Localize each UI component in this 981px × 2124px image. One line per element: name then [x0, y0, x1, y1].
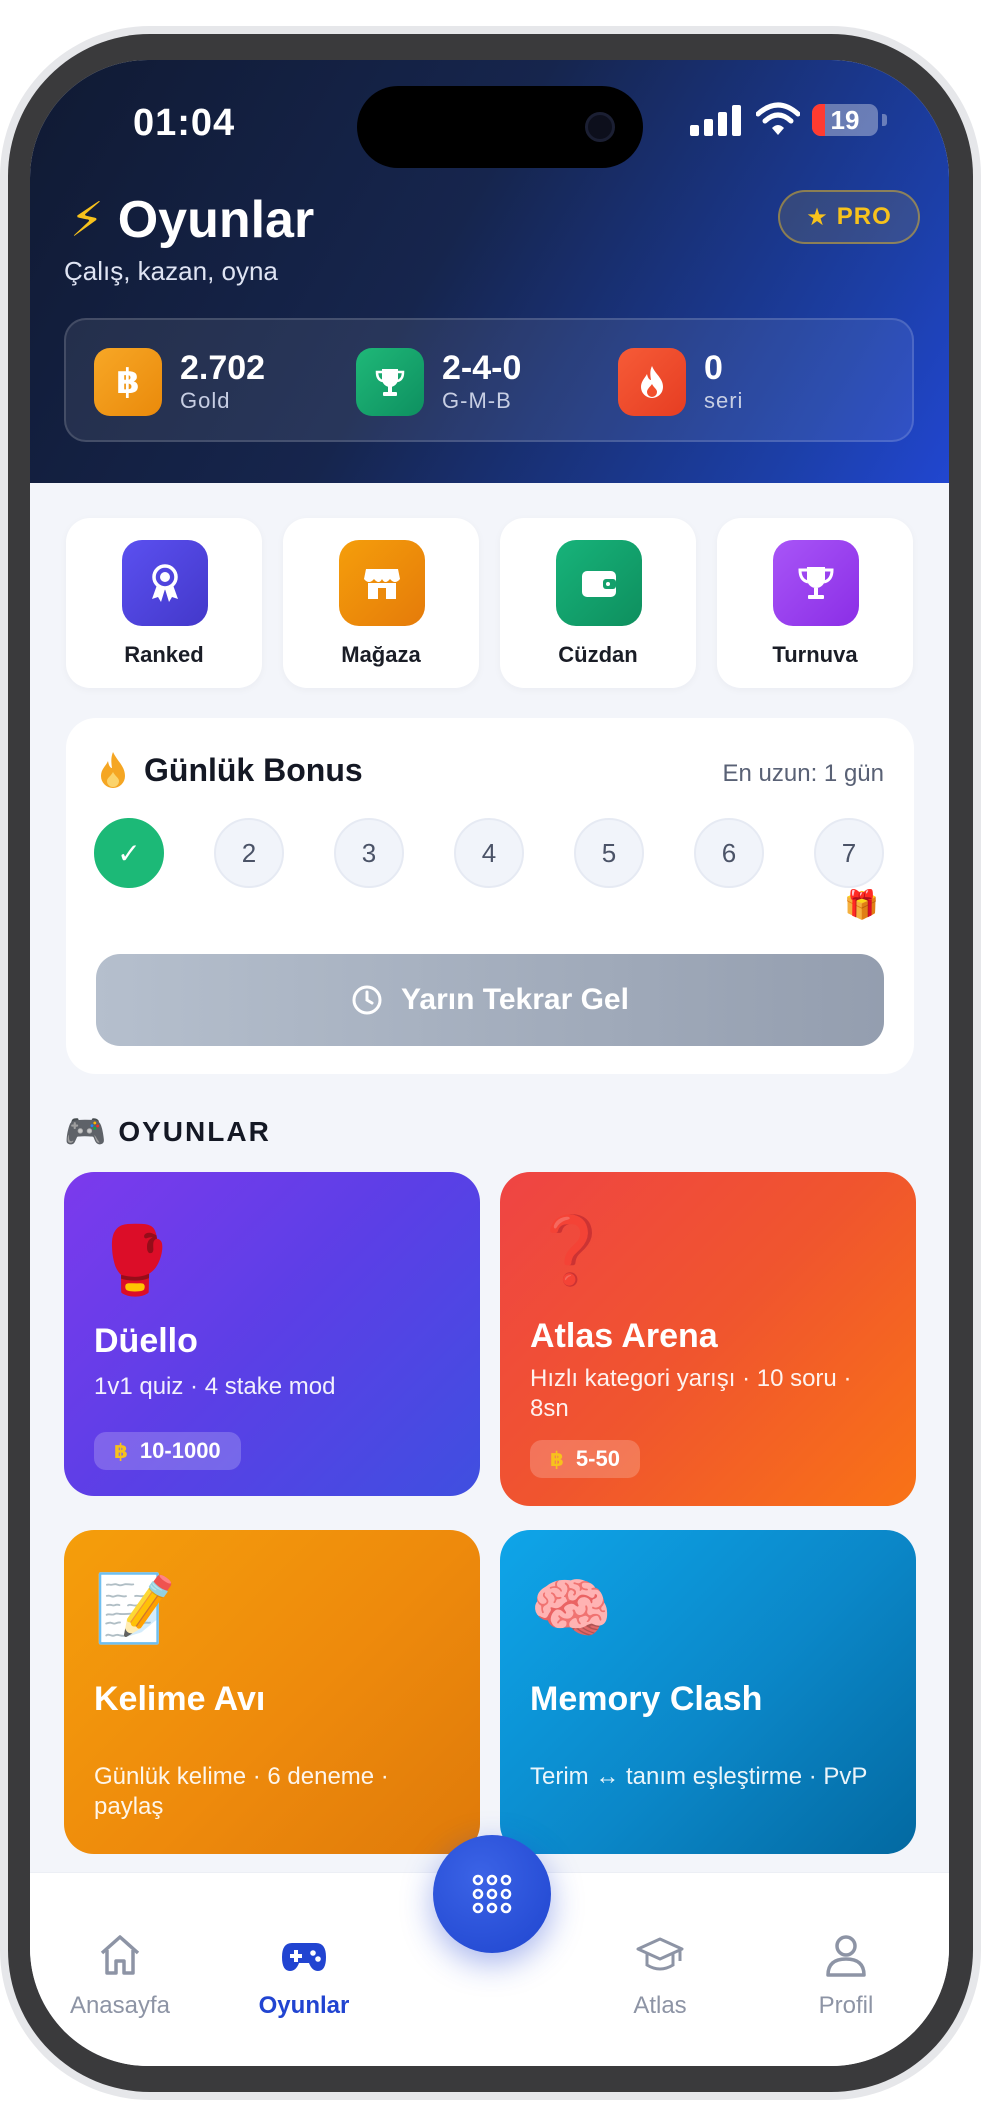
- longest-streak: En uzun: 1 gün: [722, 760, 884, 787]
- page-subtitle: Çalış, kazan, oyna: [64, 256, 278, 286]
- graduation-cap-icon: [636, 1937, 684, 1971]
- gamepad-icon: 🎮: [64, 1113, 107, 1151]
- stake-badge: ฿ 5-50: [530, 1440, 640, 1478]
- grid-icon: [472, 1874, 512, 1914]
- store-icon: [339, 540, 425, 626]
- page-title: Oyunlar: [117, 191, 315, 249]
- game-title: Düello: [94, 1322, 198, 1360]
- trophy-icon: [773, 540, 859, 626]
- come-back-label: Yarın Tekrar Gel: [401, 983, 629, 1016]
- tab-atlas[interactable]: Atlas: [590, 1929, 730, 2029]
- star-icon: ★: [806, 203, 829, 231]
- stat-streak: 0 seri: [618, 346, 743, 418]
- wifi-icon: [756, 102, 800, 135]
- coin-icon: ฿: [550, 1448, 564, 1471]
- game-description: 1v1 quiz · 4 stake mod: [94, 1373, 336, 1400]
- quick-action-store[interactable]: Mağaza: [283, 518, 479, 688]
- wallet-icon: [556, 540, 642, 626]
- quick-action-label: Mağaza: [341, 642, 421, 667]
- cellular-signal-icon: [690, 104, 742, 136]
- quick-action-wallet[interactable]: Cüzdan: [500, 518, 696, 688]
- dynamic-island: [357, 86, 643, 168]
- flame-icon: [101, 752, 125, 788]
- coin-icon: ฿: [114, 1440, 128, 1463]
- title-row: ⚡ Oyunlar: [70, 190, 314, 250]
- day-3: 3: [334, 818, 404, 888]
- day-6: 6: [694, 818, 764, 888]
- stat-record: 2-4-0 G-M-B: [356, 346, 521, 418]
- stat-record-label: G-M-B: [442, 388, 512, 413]
- quick-action-label: Turnuva: [772, 642, 858, 667]
- app-screen: 01:04 19 ⚡ Oyunlar Çalış, kazan, oyna ★: [30, 60, 949, 2066]
- status-icons: 19: [690, 100, 920, 140]
- quick-action-tournament[interactable]: Turnuva: [717, 518, 913, 688]
- flame-icon: [618, 348, 686, 416]
- stats-bar: ฿ 2.702 Gold 2-4-0 G-M-B 0 seri: [64, 318, 914, 442]
- stake-range: 5-50: [575, 1446, 620, 1471]
- game-card-duello[interactable]: 🥊 Düello 1v1 quiz · 4 stake mod ฿ 10-100…: [64, 1172, 480, 1496]
- tab-profile[interactable]: Profil: [776, 1929, 916, 2029]
- battery-cap: [882, 114, 887, 126]
- header: 01:04 19 ⚡ Oyunlar Çalış, kazan, oyna ★: [30, 60, 949, 483]
- tab-label: Atlas: [633, 1992, 687, 2019]
- game-title: Kelime Avı: [94, 1680, 266, 1718]
- daily-bonus-title: Günlük Bonus: [144, 751, 363, 788]
- game-description: Hızlı kategori yarışı · 10 soru · 8sn: [530, 1365, 852, 1422]
- game-card-kelime-avi[interactable]: 📝 Kelime Avı Günlük kelime · 6 deneme · …: [64, 1530, 480, 1854]
- pro-label: PRO: [836, 203, 892, 230]
- quick-action-ranked[interactable]: Ranked: [66, 518, 262, 688]
- pro-badge[interactable]: ★ PRO: [778, 190, 920, 244]
- game-description: Günlük kelime · 6 deneme · paylaş: [94, 1763, 389, 1820]
- games-section-header: 🎮 OYUNLAR: [64, 1112, 271, 1152]
- gamepad-icon: [282, 1943, 326, 1971]
- status-time: 01:04: [133, 102, 236, 144]
- question-mark-icon: ❓: [530, 1213, 613, 1287]
- battery-level: 19: [830, 105, 860, 135]
- day-1: ✓: [94, 818, 164, 888]
- game-title: Atlas Arena: [530, 1317, 718, 1355]
- game-card-atlas-arena[interactable]: ❓ Atlas Arena Hızlı kategori yarışı · 10…: [500, 1172, 916, 1506]
- camera-icon: [585, 112, 615, 142]
- quick-action-label: Cüzdan: [558, 642, 638, 667]
- stake-range: 10-1000: [139, 1438, 221, 1463]
- quick-action-label: Ranked: [124, 642, 204, 667]
- tab-label: Anasayfa: [69, 1992, 171, 2019]
- gift-icon: 🎁: [844, 889, 879, 920]
- coin-icon: ฿: [94, 348, 162, 416]
- battery-icon: 19: [812, 104, 878, 136]
- stat-gold-value: 2.702: [180, 349, 266, 387]
- daily-bonus-header: Günlük Bonus: [98, 750, 363, 790]
- game-card-memory-clash[interactable]: 🧠 Memory Clash Terim ↔ tanım eşleştirme …: [500, 1530, 916, 1854]
- memo-icon: 📝: [94, 1571, 177, 1645]
- game-title: Memory Clash: [530, 1680, 763, 1718]
- day-7: 7: [814, 818, 884, 888]
- boxing-glove-icon: 🥊: [94, 1223, 177, 1297]
- tab-label: Profil: [818, 1992, 874, 2019]
- lightning-icon: ⚡: [70, 194, 104, 247]
- trophy-icon: [356, 348, 424, 416]
- brain-icon: 🧠: [530, 1571, 613, 1645]
- tab-games[interactable]: Oyunlar: [234, 1929, 374, 2029]
- day-5: 5: [574, 818, 644, 888]
- day-2: 2: [214, 818, 284, 888]
- come-back-tomorrow-button[interactable]: Yarın Tekrar Gel: [96, 954, 884, 1046]
- tab-home[interactable]: Anasayfa: [50, 1929, 190, 2029]
- daily-bonus-card: Günlük Bonus En uzun: 1 gün ✓ 2 3 4 5 6 …: [66, 718, 914, 1074]
- stat-record-value: 2-4-0: [442, 349, 522, 387]
- stat-gold: ฿ 2.702 Gold: [94, 346, 265, 418]
- games-section-title: OYUNLAR: [118, 1116, 271, 1147]
- games-menu-fab[interactable]: [433, 1835, 551, 1953]
- stat-streak-label: seri: [704, 388, 744, 413]
- home-icon: [100, 1935, 140, 1975]
- stat-streak-value: 0: [704, 349, 723, 387]
- ribbon-icon: [122, 540, 208, 626]
- game-description: Terim ↔ tanım eşleştirme · PvP: [530, 1763, 868, 1790]
- clock-icon: [352, 985, 382, 1015]
- user-icon: [826, 1935, 866, 1977]
- stat-gold-label: Gold: [180, 388, 231, 413]
- tab-label: Oyunlar: [258, 1992, 350, 2019]
- day-4: 4: [454, 818, 524, 888]
- stake-badge: ฿ 10-1000: [94, 1432, 241, 1470]
